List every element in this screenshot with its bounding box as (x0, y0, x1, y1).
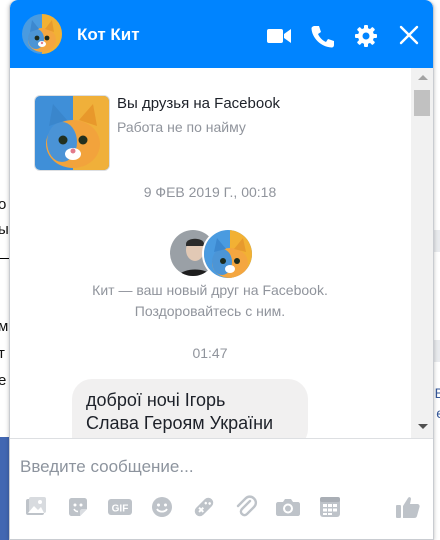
background-stripe (434, 230, 440, 252)
background-page-right: t B e (434, 60, 440, 540)
gif-icon: GIF (108, 499, 132, 515)
background-page-left: о ы м т е (0, 0, 9, 540)
timestamp: 9 ФЕВ 2019 Г., 00:18 (143, 184, 277, 200)
new-friends-avatars (168, 228, 254, 280)
message-input[interactable] (20, 453, 400, 481)
gif-button[interactable]: GIF (107, 494, 133, 520)
chat-window: Кот Кит Вы друзья на Facebook Работа не … (9, 0, 434, 540)
video-call-icon (267, 29, 291, 43)
chat-header[interactable]: Кот Кит (10, 0, 433, 68)
scrollbar-thumb[interactable] (414, 90, 430, 116)
contact-name[interactable]: Кот Кит (77, 25, 140, 45)
contact-profile-photo[interactable] (34, 95, 110, 171)
background-text: e (436, 405, 440, 421)
greeting-prompt: Поздоровайтесь с ним. (134, 303, 286, 319)
phone-call-button[interactable] (309, 24, 335, 48)
background-text: м (0, 318, 9, 335)
background-text: т (0, 345, 5, 362)
message-text-line: доброї ночі Ігорь (86, 390, 226, 410)
page: о ы м т е t B e (0, 0, 440, 540)
plan-icon (320, 497, 340, 517)
like-button[interactable] (395, 494, 421, 520)
attach-file-button[interactable] (233, 494, 259, 520)
contact-avatar[interactable] (22, 14, 62, 54)
like-icon (396, 497, 420, 518)
camera-icon (276, 499, 300, 516)
settings-button[interactable] (353, 24, 379, 48)
thread-scrollbar[interactable] (411, 68, 433, 438)
svg-text:GIF: GIF (112, 504, 129, 515)
camera-button[interactable] (275, 494, 301, 520)
message-thread[interactable]: Вы друзья на Facebook Работа не по найму… (10, 68, 410, 438)
emoji-icon (152, 497, 172, 517)
plan-button[interactable] (317, 494, 343, 520)
background-blue-bar (0, 437, 9, 540)
background-text: ы (0, 221, 9, 238)
attachment-icon (236, 495, 258, 517)
close-icon (399, 25, 419, 45)
incoming-message-bubble[interactable]: доброї ночі Ігорь Слава Героям України (72, 379, 308, 438)
settings-gear-icon (355, 25, 377, 47)
contact-avatar-small (202, 228, 254, 280)
photo-button[interactable] (23, 494, 49, 520)
message-composer: GIF (10, 438, 433, 539)
message-text-line: Слава Героям України (86, 413, 274, 433)
photo-icon (26, 497, 46, 515)
game-button[interactable] (191, 494, 217, 520)
new-friend-notice: Кит — ваш новый друг на Facebook. (92, 282, 328, 298)
phone-call-icon (311, 26, 334, 48)
timestamp: 01:47 (192, 345, 228, 361)
background-text: о (0, 196, 7, 213)
background-text: е (0, 372, 7, 389)
video-call-button[interactable] (266, 24, 292, 48)
game-icon (194, 497, 214, 517)
contact-work-info: Работа не по найму (117, 119, 246, 135)
background-divider (0, 258, 9, 259)
friendship-title: Вы друзья на Facebook (117, 95, 281, 112)
emoji-button[interactable] (149, 494, 175, 520)
sticker-button[interactable] (65, 494, 91, 520)
close-button[interactable] (396, 24, 422, 48)
background-stripe (434, 340, 440, 362)
scroll-down-arrow-icon[interactable] (418, 424, 428, 429)
background-text: B (434, 385, 440, 401)
scroll-up-arrow-icon[interactable] (418, 75, 428, 80)
sticker-icon (69, 498, 87, 516)
